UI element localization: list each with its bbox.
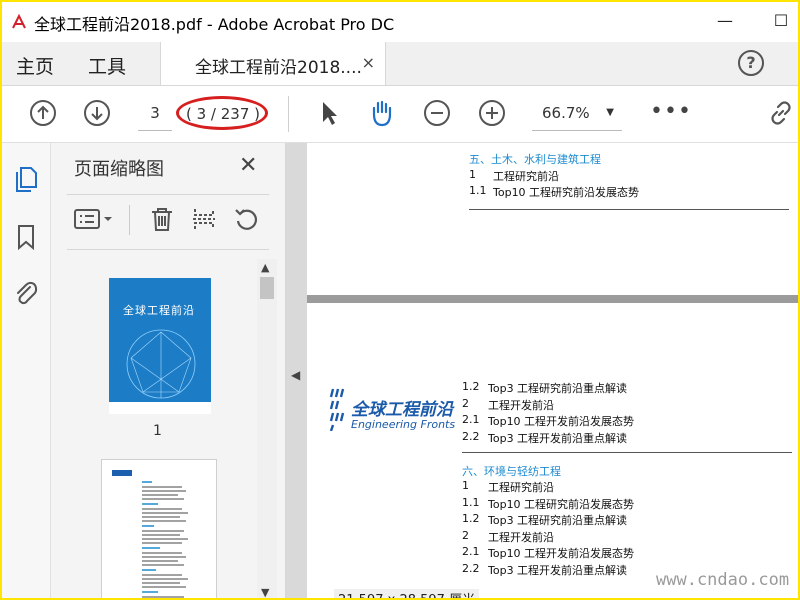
- delete-page-icon[interactable]: [148, 205, 176, 233]
- toolbar: 3 ( 3 / 237 ) 66.7% ▼ •••: [2, 86, 798, 143]
- bookmarks-icon[interactable]: [12, 223, 40, 251]
- page-gap: [307, 295, 798, 303]
- help-button[interactable]: ?: [738, 50, 764, 76]
- page-number-input[interactable]: 3: [138, 96, 172, 131]
- page-thumbnail-2[interactable]: [101, 459, 217, 598]
- extract-page-icon[interactable]: [190, 205, 218, 233]
- document-tab-label: 全球工程前沿2018....: [195, 58, 362, 78]
- pdf-page: 全球工程前沿 Engineering Fronts 1.2 Top3 工程研究前…: [307, 303, 798, 598]
- minimize-button[interactable]: —: [714, 10, 736, 32]
- window-title: 全球工程前沿2018.pdf - Adobe Acrobat Pro DC: [34, 15, 395, 34]
- toolbar-divider: [288, 96, 289, 132]
- toc-entry: Top10 工程研究前沿发展态势: [488, 498, 635, 511]
- toc-number: 2: [462, 529, 469, 542]
- menu-bar: 主页 工具 全球工程前沿2018.... × ?: [2, 42, 798, 86]
- thumbnail-scrollbar[interactable]: ▲ ▼: [257, 259, 277, 598]
- toc-number: 1.1: [462, 496, 480, 509]
- next-page-icon[interactable]: [82, 98, 112, 128]
- toc-number: 2.1: [462, 545, 480, 558]
- toc-entry: Top3 工程开发前沿重点解读: [488, 564, 628, 577]
- previous-page-icon[interactable]: [28, 98, 58, 128]
- title-bar: 全球工程前沿2018.pdf - Adobe Acrobat Pro DC — …: [2, 2, 798, 42]
- cover-network-graphic: [109, 329, 211, 414]
- toc-rule: [469, 209, 789, 210]
- scroll-thumb[interactable]: [260, 277, 274, 299]
- toc-entry: 工程开发前沿: [488, 399, 554, 412]
- zoom-value: 66.7%: [542, 104, 590, 122]
- toc-number: 1.1: [469, 184, 487, 197]
- toc-rule: [462, 452, 792, 453]
- zoom-in-icon[interactable]: [477, 98, 507, 128]
- menu-tools[interactable]: 工具: [88, 52, 126, 79]
- panel-divider: [67, 249, 269, 250]
- thumbnail-panel: 页面缩略图 ✕ ▲ ▼ 全球工程前沿 1: [51, 143, 286, 598]
- toc-number: 1.2: [462, 380, 480, 393]
- collapse-panel-icon[interactable]: ◀: [291, 368, 300, 382]
- panel-tool-divider: [129, 205, 130, 235]
- toc-entry: Top3 工程研究前沿重点解读: [488, 382, 628, 395]
- watermark: www.cndao.com: [656, 570, 790, 590]
- acrobat-app-icon: [12, 13, 26, 29]
- toc-number: 1: [462, 479, 469, 492]
- scroll-down-icon[interactable]: ▼: [261, 586, 269, 598]
- toc-entry: Top10 工程开发前沿发展态势: [488, 547, 635, 560]
- left-rail: [2, 143, 51, 598]
- toc-number: 2: [462, 397, 469, 410]
- attachments-icon[interactable]: [12, 279, 40, 307]
- menu-home[interactable]: 主页: [16, 52, 54, 79]
- thumbnail-page-label: 1: [153, 423, 162, 439]
- close-icon[interactable]: ✕: [239, 153, 257, 178]
- panel-title: 页面缩略图: [74, 159, 164, 180]
- toc-heading: 五、土木、水利与建筑工程: [469, 153, 601, 166]
- chevron-down-icon: ▼: [606, 107, 614, 118]
- rotate-page-icon[interactable]: [232, 205, 260, 233]
- maximize-button[interactable]: ☐: [770, 10, 792, 32]
- zoom-out-icon[interactable]: [422, 98, 452, 128]
- more-tools-icon[interactable]: •••: [650, 101, 692, 123]
- highlight-ring: [176, 96, 268, 130]
- toc-entry: 工程研究前沿: [493, 170, 559, 183]
- toc-entry: Top3 工程研究前沿重点解读: [488, 514, 628, 527]
- toc-entry: Top10 工程研究前沿发展态势: [493, 186, 640, 199]
- app-window: 全球工程前沿2018.pdf - Adobe Acrobat Pro DC — …: [0, 0, 800, 600]
- page-thumbnail-1[interactable]: 全球工程前沿: [109, 278, 211, 414]
- thumbnail-cover-title: 全球工程前沿: [123, 304, 195, 317]
- select-tool-icon[interactable]: [314, 98, 344, 128]
- document-view[interactable]: ◀ 五、土木、水利与建筑工程 1 工程研究前沿 1.1 Top10 工程研究前沿…: [286, 143, 798, 598]
- share-link-icon[interactable]: [766, 98, 796, 128]
- toc-number: 1.2: [462, 512, 480, 525]
- engineering-fronts-logo-icon: [329, 388, 345, 431]
- thumbnail-options-icon[interactable]: [73, 205, 113, 233]
- toc-entry: Top10 工程开发前沿发展态势: [488, 415, 635, 428]
- toc-entry: Top3 工程开发前沿重点解读: [488, 432, 628, 445]
- page-dimensions: 21.597 x 28.597 厘米: [334, 589, 480, 598]
- toc-number: 2.1: [462, 413, 480, 426]
- toc-number: 2.2: [462, 430, 480, 443]
- hand-tool-icon[interactable]: [367, 98, 397, 128]
- pdf-page: 五、土木、水利与建筑工程 1 工程研究前沿 1.1 Top10 工程研究前沿发展…: [307, 143, 798, 295]
- toc-number: 1: [469, 168, 476, 181]
- toc-entry: 工程开发前沿: [488, 531, 554, 544]
- toc-page-preview: [112, 470, 188, 598]
- panel-divider: [67, 194, 269, 195]
- logo-title: 全球工程前沿: [351, 400, 453, 420]
- page-thumbnails-icon[interactable]: [12, 165, 40, 193]
- toc-entry: 工程研究前沿: [488, 481, 554, 494]
- zoom-dropdown[interactable]: 66.7% ▼: [532, 96, 622, 131]
- tab-close-icon[interactable]: ×: [362, 53, 375, 72]
- toc-number: 2.2: [462, 562, 480, 575]
- logo-subtitle: Engineering Fronts: [351, 418, 456, 431]
- scroll-up-icon[interactable]: ▲: [261, 261, 269, 274]
- document-tab[interactable]: 全球工程前沿2018.... ×: [160, 42, 386, 85]
- toc-heading: 六、环境与轻纺工程: [462, 465, 561, 478]
